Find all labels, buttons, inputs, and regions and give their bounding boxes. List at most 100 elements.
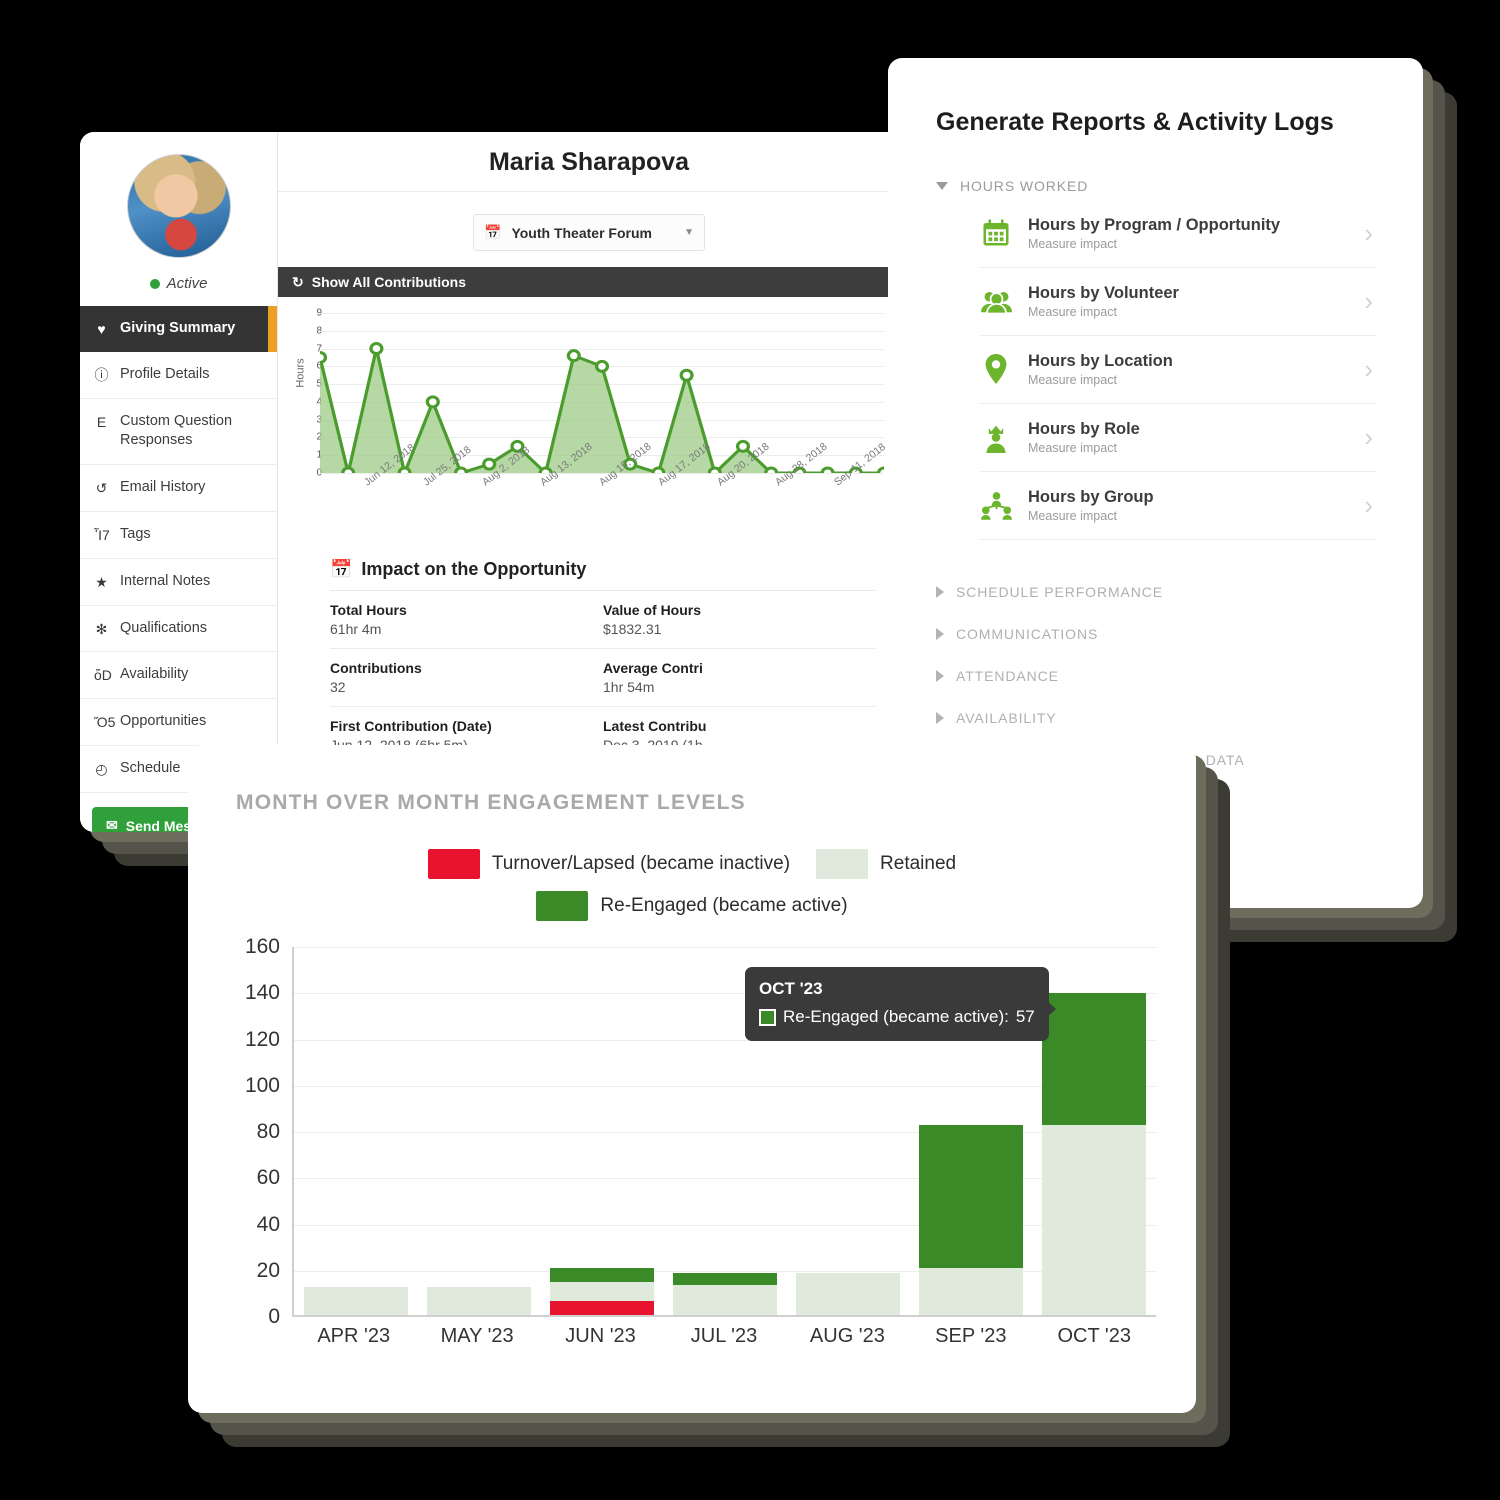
sidebar-item-label: Profile Details <box>120 365 209 385</box>
group-header-attendance[interactable]: ATTENDANCE <box>936 668 1377 684</box>
sidebar-item-label: Email History <box>120 478 205 498</box>
x-tick: APR '23 <box>292 1325 415 1348</box>
badge-icon: ✻ <box>94 620 109 639</box>
sidebar-item-opportunities[interactable]: Ὄ5 Opportunities <box>80 699 277 746</box>
status-dot-icon <box>150 279 160 289</box>
reports-title: Generate Reports & Activity Logs <box>936 108 1377 138</box>
impact-cell: Contributions 32 <box>330 660 603 695</box>
legend-item-turnover[interactable]: Turnover/Lapsed (became inactive) <box>428 849 790 879</box>
sidebar-item-label: Availability <box>120 665 188 685</box>
collapsed-groups: SCHEDULE PERFORMANCE COMMUNICATIONS ATTEND… <box>936 584 1377 768</box>
profile-main: Maria Sharapova 📅 Youth Theater Forum ▼ … <box>278 132 900 832</box>
triangle-right-icon <box>936 628 944 640</box>
map-pin-icon <box>980 353 1012 385</box>
bar-chart-y-ticks: 0 20 40 60 80 100 120 140 160 <box>230 947 286 1317</box>
tooltip-value: 57 <box>1016 1006 1035 1029</box>
sidebar-item-tags[interactable]: Ἷ7 Tags <box>80 512 277 559</box>
sidebar-item-internal-notes[interactable]: ★ Internal Notes <box>80 559 277 606</box>
line-chart-y-axis-label: Hours <box>295 358 307 387</box>
y-tick: 120 <box>245 1028 280 1052</box>
y-tick: 20 <box>257 1259 280 1283</box>
bar-column[interactable] <box>540 947 663 1317</box>
tooltip-tail <box>1047 1001 1056 1017</box>
bar-segment <box>919 1268 1023 1317</box>
report-item-hours-by-volunteer[interactable]: Hours by Volunteer Measure impact › <box>980 268 1377 336</box>
group-header-schedule-performance[interactable]: SCHEDULE PERFORMANCE <box>936 584 1377 600</box>
opportunity-select[interactable]: 📅 Youth Theater Forum ▼ <box>473 214 705 251</box>
tooltip-label: Re-Engaged (became active): <box>783 1006 1009 1029</box>
bar-segment <box>673 1285 777 1317</box>
sidebar-nav: ♥ Giving Summary ⓘ Profile Details ὜E Custom … <box>80 306 277 793</box>
chevron-right-icon: › <box>1364 220 1373 246</box>
y-tick: 160 <box>245 935 280 959</box>
legend-item-reengaged[interactable]: Re-Engaged (became active) <box>536 891 847 921</box>
x-tick: JUN '23 <box>539 1325 662 1348</box>
sidebar-item-qualifications[interactable]: ✻ Qualifications <box>80 606 277 653</box>
report-item-subtitle: Measure impact <box>1028 305 1348 319</box>
report-item-title: Hours by Location <box>1028 352 1348 371</box>
bar-column[interactable] <box>294 947 417 1317</box>
legend-label: Re-Engaged (became active) <box>600 895 847 917</box>
avatar <box>127 154 231 258</box>
x-tick: JUL '23 <box>662 1325 785 1348</box>
report-item-hours-by-group[interactable]: Hours by Group Measure impact › <box>980 472 1377 540</box>
sidebar-item-label: Tags <box>120 525 151 545</box>
sidebar-item-profile-details[interactable]: ⓘ Profile Details <box>80 352 277 399</box>
x-tick: AUG '23 <box>786 1325 909 1348</box>
thumbs-up-icon: ὄD <box>94 666 109 685</box>
impact-value: 1hr 54m <box>603 679 876 695</box>
engagement-legend: Turnover/Lapsed (became inactive) Retain… <box>188 849 1196 921</box>
group-header-label: COMMUNICATIONS <box>956 626 1098 642</box>
y-tick: 60 <box>257 1166 280 1190</box>
group-header-hours-worked[interactable]: HOURS WORKED <box>936 178 1377 194</box>
y-tick: 140 <box>245 981 280 1005</box>
report-item-hours-by-program-opportunity[interactable]: Hours by Program / Opportunity Measure im… <box>980 200 1377 268</box>
report-item-hours-by-location[interactable]: Hours by Location Measure impact › <box>980 336 1377 404</box>
y-tick: 80 <box>257 1120 280 1144</box>
triangle-right-icon <box>936 670 944 682</box>
people-icon <box>980 285 1012 317</box>
bar-segment <box>796 1273 900 1317</box>
impact-heading: 📅 Impact on the Opportunity <box>278 545 900 590</box>
sidebar-item-label: Giving Summary <box>120 319 235 339</box>
reports-list: Hours by Program / Opportunity Measure im… <box>980 200 1377 540</box>
status-label: Active <box>167 275 208 292</box>
triangle-down-icon <box>936 182 948 190</box>
engagement-chart-title: MONTH OVER MONTH ENGAGEMENT LEVELS <box>188 745 1196 815</box>
chevron-right-icon: › <box>1364 288 1373 314</box>
report-item-title: Hours by Volunteer <box>1028 284 1348 303</box>
report-item-subtitle: Measure impact <box>1028 509 1348 523</box>
impact-key: Average Contri <box>603 660 876 676</box>
sidebar-item-custom-question-responses[interactable]: ὜E Custom Question Responses <box>80 399 277 465</box>
chart-tooltip: OCT '23 Re-Engaged (became active): 57 <box>745 967 1049 1041</box>
group-header-communications[interactable]: COMMUNICATIONS <box>936 626 1377 642</box>
table-row: Contributions 32 Average Contri 1hr 54m <box>330 649 876 707</box>
report-item-text: Hours by Volunteer Measure impact <box>1028 284 1348 319</box>
bar-segment <box>304 1287 408 1317</box>
bar-segment <box>919 1125 1023 1268</box>
sidebar-item-availability[interactable]: ὄD Availability <box>80 652 277 699</box>
table-row: Total Hours 61hr 4m Value of Hours $1832.31 <box>330 591 876 649</box>
envelope-icon: ✉ <box>106 817 118 832</box>
impact-key: Latest Contribu <box>603 718 876 734</box>
report-item-hours-by-role[interactable]: Hours by Role Measure impact › <box>980 404 1377 472</box>
status-badge: Active <box>80 266 277 306</box>
chevron-right-icon: › <box>1364 356 1373 382</box>
report-item-subtitle: Measure impact <box>1028 373 1348 387</box>
impact-value: $1832.31 <box>603 621 876 637</box>
opportunity-select-value: Youth Theater Forum <box>511 225 652 241</box>
sidebar-item-email-history[interactable]: ↺ Email History <box>80 465 277 512</box>
show-all-contributions-label: Show All Contributions <box>312 274 466 290</box>
impact-table: Total Hours 61hr 4m Value of Hours $1832.31… <box>330 590 876 765</box>
line-chart-x-ticks: Jun 12, 2018 Jul 25, 2018 Aug 2, 2018 Aug 1… <box>320 475 884 545</box>
sidebar-item-giving-summary[interactable]: ♥ Giving Summary <box>80 306 277 352</box>
screenshot-stage: Active ♥ Giving Summary ⓘ Profile Details ὜E… <box>0 0 1500 1500</box>
group-header-label: ATTENDANCE <box>956 668 1059 684</box>
legend-item-retained[interactable]: Retained <box>816 849 956 879</box>
show-all-contributions-button[interactable]: ↻ Show All Contributions <box>278 267 900 297</box>
chevron-right-icon: › <box>1364 424 1373 450</box>
calendar-icon <box>980 217 1012 249</box>
star-icon: ★ <box>94 573 109 592</box>
group-header-availability[interactable]: AVAILABILITY <box>936 710 1377 726</box>
bar-column[interactable] <box>417 947 540 1317</box>
